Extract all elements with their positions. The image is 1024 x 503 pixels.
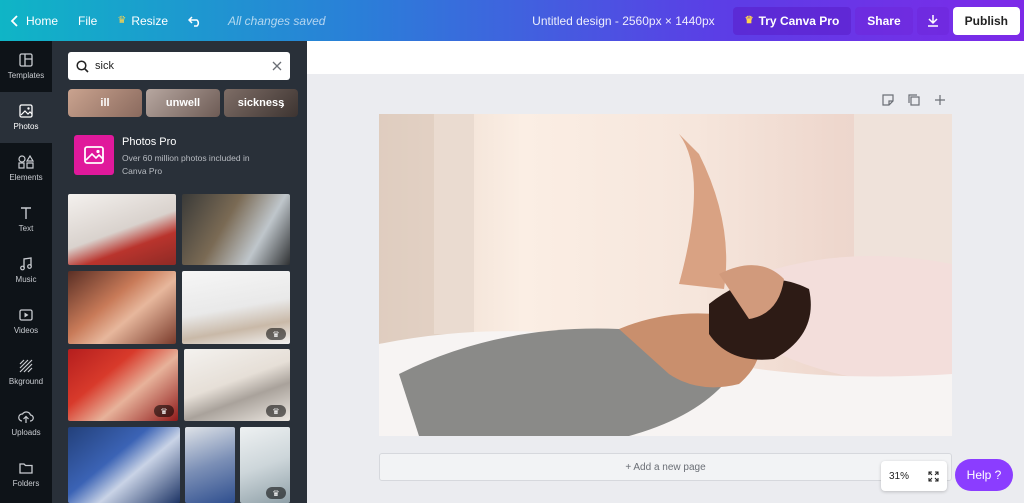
fullscreen-icon[interactable]: [928, 470, 939, 482]
share-button[interactable]: Share: [855, 6, 913, 35]
elements-icon: [18, 155, 34, 169]
rail-label: Folders: [12, 479, 40, 488]
photo-result[interactable]: ♛: [240, 427, 290, 503]
rail-label: Music: [15, 275, 37, 284]
chevron-left-icon: [10, 14, 18, 27]
rail-item-elements[interactable]: Elements: [0, 143, 52, 194]
note-icon[interactable]: [882, 94, 894, 106]
design-title[interactable]: Untitled design - 2560px × 1440px: [532, 14, 714, 28]
download-icon: [927, 15, 938, 27]
home-label: Home: [26, 13, 59, 28]
rail-label: Photos: [13, 122, 39, 131]
photo-result[interactable]: [68, 194, 176, 265]
help-label: Help ?: [966, 468, 1002, 482]
rail-item-music[interactable]: Music: [0, 245, 52, 296]
try-pro-button[interactable]: ♛ Try Canva Pro: [732, 6, 852, 35]
undo-icon: [188, 15, 200, 27]
search-icon: [76, 59, 89, 73]
share-label: Share: [867, 13, 901, 28]
help-button[interactable]: Help ?: [955, 459, 1013, 491]
photos-icon: [19, 104, 33, 118]
photos-panel: ill unwell sickness › Photos Pro Over 60…: [52, 41, 307, 503]
save-status: All changes saved: [228, 13, 326, 28]
chip-label: sickness: [237, 97, 285, 109]
zoom-level: 31%: [889, 470, 910, 482]
photo-result[interactable]: ♛: [68, 349, 178, 421]
suggestion-chips: ill unwell sickness: [68, 89, 298, 117]
resize-label: Resize: [131, 13, 169, 28]
rail-item-text[interactable]: Text: [0, 194, 52, 245]
photo-result[interactable]: [185, 427, 235, 503]
publish-button[interactable]: Publish: [952, 6, 1020, 35]
zoom-control[interactable]: 31%: [881, 461, 947, 491]
templates-icon: [19, 53, 33, 67]
rail-label: Videos: [13, 326, 39, 335]
videos-icon: [19, 309, 33, 321]
rail-label: Uploads: [11, 428, 41, 437]
try-pro-label: Try Canva Pro: [758, 13, 840, 28]
chip-label: unwell: [165, 97, 201, 109]
rail-label: Bkground: [8, 377, 44, 386]
pro-crown-icon: ♛: [266, 405, 286, 417]
photos-pro-promo[interactable]: Photos Pro Over 60 million photos includ…: [74, 135, 272, 178]
top-bar: Home File ♛ Resize All changes saved Unt…: [0, 0, 1024, 41]
rail-item-uploads[interactable]: Uploads: [0, 398, 52, 449]
canvas-header-strip: [307, 41, 1024, 74]
rail-item-photos[interactable]: Photos: [0, 92, 52, 143]
photos-pro-icon: [74, 135, 114, 175]
rail-item-folders[interactable]: Folders: [0, 449, 52, 500]
design-page[interactable]: [379, 114, 952, 436]
rail-label: Templates: [7, 71, 45, 80]
photo-result[interactable]: [68, 427, 180, 503]
publish-label: Publish: [964, 13, 1008, 28]
chevron-right-icon[interactable]: ›: [280, 96, 285, 112]
clear-icon[interactable]: [272, 61, 282, 71]
photo-result[interactable]: ♛: [182, 271, 290, 344]
duplicate-page-icon[interactable]: [908, 94, 920, 106]
pro-crown-icon: ♛: [266, 487, 286, 499]
page-actions: [882, 94, 946, 106]
music-icon: [20, 257, 32, 271]
home-button[interactable]: Home: [0, 0, 68, 41]
chip-sickness[interactable]: sickness: [224, 89, 298, 117]
rail-label: Elements: [9, 173, 43, 182]
pro-crown-icon: ♛: [154, 405, 174, 417]
search-input[interactable]: [95, 60, 272, 72]
text-icon: [21, 207, 31, 219]
download-button[interactable]: [916, 6, 949, 35]
chip-label: ill: [100, 97, 110, 109]
file-menu[interactable]: File: [68, 0, 107, 41]
editor-canvas-area: + Add a new page 31% Help ?: [307, 41, 1024, 503]
search-box: [68, 52, 290, 80]
rail-item-videos[interactable]: Videos: [0, 296, 52, 347]
rail-item-templates[interactable]: Templates: [0, 41, 52, 92]
rail-item-background[interactable]: Bkground: [0, 347, 52, 398]
folders-icon: [19, 463, 33, 474]
add-page-button[interactable]: + Add a new page: [379, 453, 952, 481]
chip-unwell[interactable]: unwell: [146, 89, 220, 117]
chip-ill[interactable]: ill: [68, 89, 142, 117]
photo-result[interactable]: [182, 194, 290, 265]
rail-label: Text: [18, 224, 34, 233]
design-photo[interactable]: [379, 114, 952, 436]
crown-icon: ♛: [744, 15, 754, 26]
promo-title: Photos Pro: [122, 136, 177, 148]
promo-subtitle: Over 60 million photos included in Canva…: [122, 153, 250, 176]
add-page-label: + Add a new page: [625, 461, 706, 473]
add-page-icon[interactable]: [934, 94, 946, 106]
undo-button[interactable]: [178, 0, 218, 41]
file-label: File: [78, 13, 98, 28]
uploads-icon: [18, 411, 34, 423]
left-rail: Templates Photos Elements Text Music Vid…: [0, 41, 52, 503]
resize-button[interactable]: ♛ Resize: [107, 0, 178, 41]
pro-crown-icon: ♛: [266, 328, 286, 340]
crown-icon: ♛: [117, 15, 127, 26]
background-icon: [19, 359, 33, 373]
photo-result[interactable]: [68, 271, 176, 344]
photo-result[interactable]: ♛: [184, 349, 290, 421]
